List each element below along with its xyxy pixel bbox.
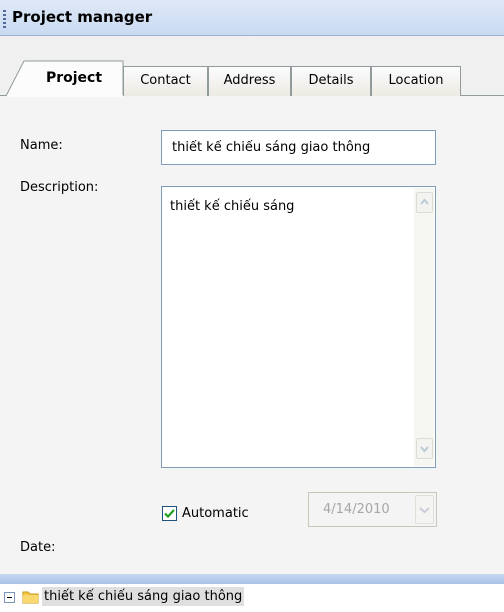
chevron-up-icon: [420, 198, 429, 205]
description-textarea[interactable]: thiết kế chiếu sáng: [161, 186, 436, 468]
automatic-label: Automatic: [182, 506, 249, 521]
collapse-toggle-icon[interactable]: [4, 592, 15, 603]
splitter[interactable]: [0, 574, 504, 584]
date-label: Date:: [20, 540, 56, 555]
name-input[interactable]: [161, 130, 436, 165]
tab-content-project: Name: Description: thiết kế chiếu sáng: [0, 96, 504, 574]
tab-address[interactable]: Address: [208, 66, 291, 96]
description-scrollbar[interactable]: [414, 188, 434, 466]
project-tree: thiết kế chiếu sáng giao thông: [0, 584, 504, 612]
date-dropdown-button[interactable]: [415, 495, 434, 524]
tree-item-project[interactable]: thiết kế chiếu sáng giao thông: [42, 587, 245, 606]
window-title: Project manager: [12, 8, 153, 26]
description-label: Description:: [20, 180, 99, 195]
date-value: 4/14/2010: [323, 502, 390, 517]
title-bar: Project manager: [0, 0, 504, 36]
checkmark-icon: [164, 509, 175, 519]
scroll-down-button[interactable]: [416, 438, 433, 459]
tab-project-label: Project: [45, 70, 103, 86]
tab-project[interactable]: Project: [6, 60, 124, 97]
chevron-down-icon: [419, 507, 430, 514]
chevron-down-icon: [420, 446, 429, 453]
description-text: thiết kế chiếu sáng: [170, 199, 295, 214]
tab-strip: Project Contact Address Details Location: [0, 60, 504, 97]
drag-grip-icon[interactable]: [3, 10, 6, 28]
date-picker[interactable]: 4/14/2010: [308, 492, 437, 527]
tab-location[interactable]: Location: [371, 66, 461, 96]
folder-icon: [22, 589, 40, 609]
name-label: Name:: [20, 138, 63, 153]
scroll-up-button[interactable]: [416, 192, 433, 213]
project-panel: Project Contact Address Details Location…: [0, 36, 504, 574]
automatic-checkbox[interactable]: [162, 506, 177, 521]
tab-contact[interactable]: Contact: [123, 66, 208, 96]
tab-details[interactable]: Details: [291, 66, 371, 96]
